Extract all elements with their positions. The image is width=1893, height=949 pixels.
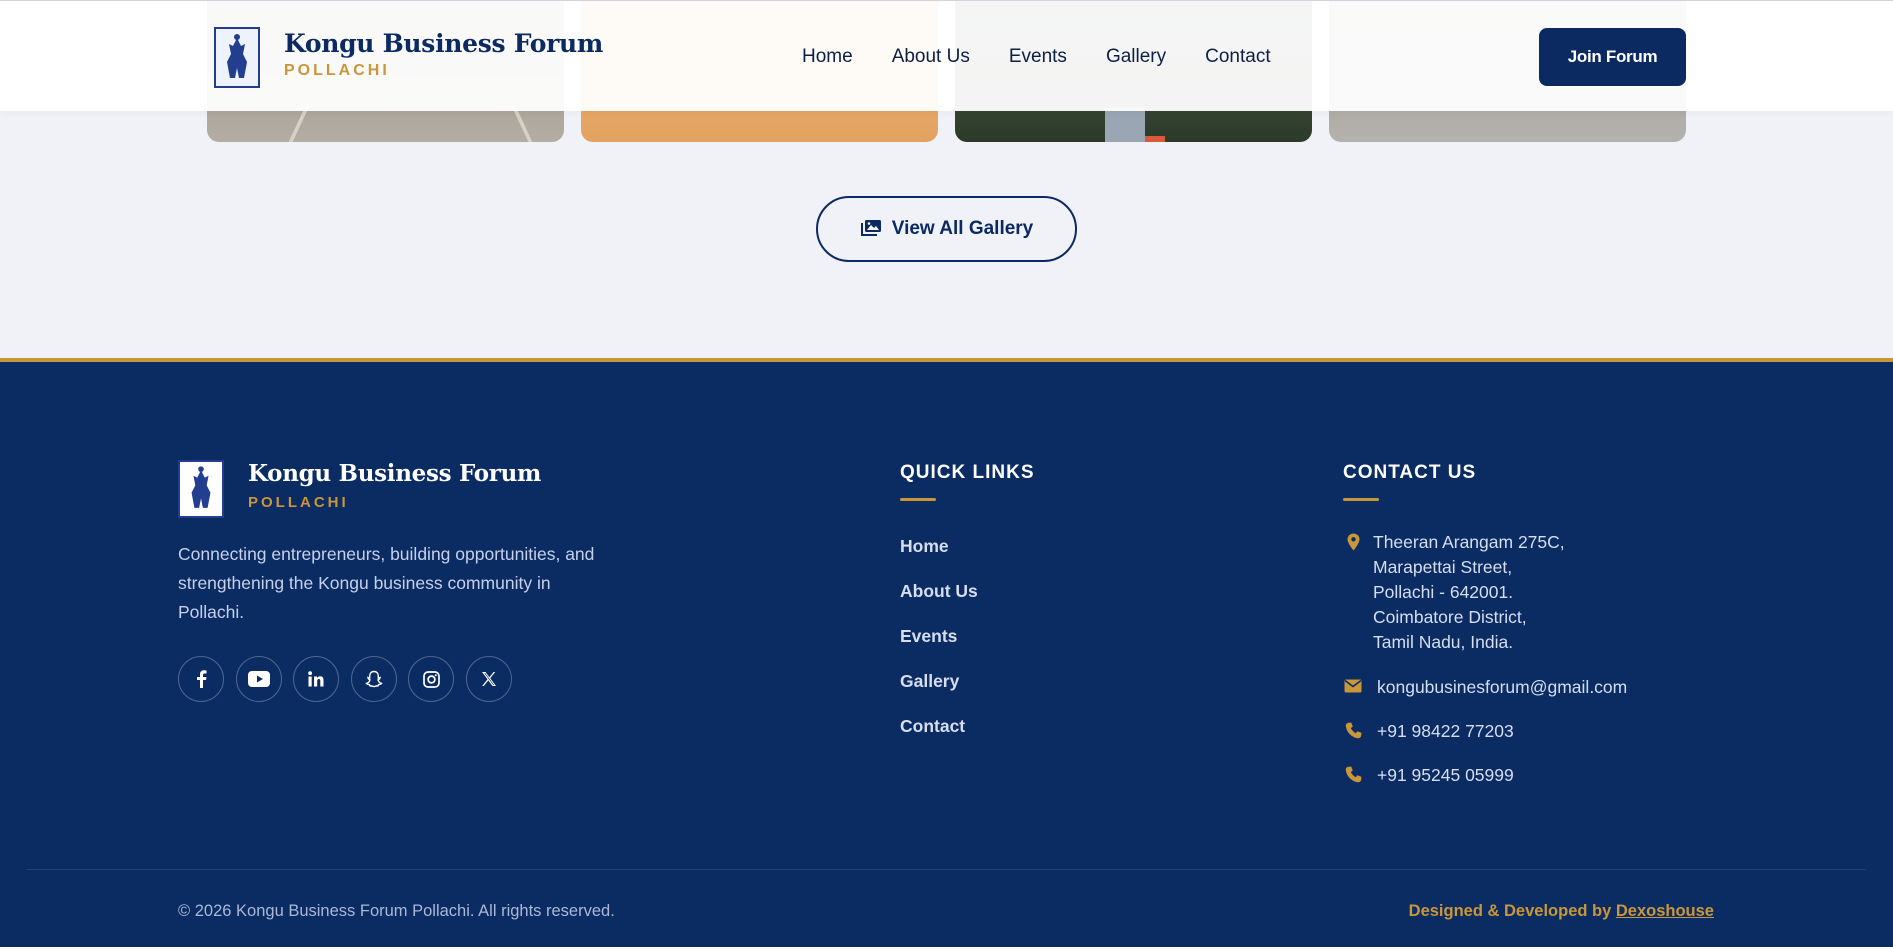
envelope-icon (1343, 679, 1363, 693)
map-pin-icon (1343, 533, 1363, 551)
address-line: Theeran Arangam 275C, (1373, 532, 1565, 552)
nav-link-gallery[interactable]: Gallery (1106, 46, 1166, 68)
contact-email: kongubusinesforum@gmail.com (1343, 675, 1627, 700)
contact-phone-2: +91 95245 05999 (1343, 763, 1514, 788)
footer-brand[interactable]: Kongu Business Forum POLLACHI (178, 460, 541, 518)
footer-logo (178, 460, 224, 518)
address-line: Tamil Nadu, India. (1373, 632, 1514, 652)
images-icon (860, 219, 882, 240)
join-forum-button[interactable]: Join Forum (1539, 28, 1686, 86)
footer-link-gallery[interactable]: Gallery (900, 671, 978, 716)
address-line: Marapettai Street, (1373, 557, 1513, 577)
social-links (178, 656, 523, 702)
facebook-icon[interactable] (178, 656, 224, 702)
footer-link-home[interactable]: Home (900, 536, 978, 581)
brand-subtitle: POLLACHI (284, 62, 390, 79)
top-navbar: Kongu Business Forum POLLACHI Home About… (0, 0, 1893, 111)
phone-icon (1343, 722, 1363, 739)
main-nav: Home About Us Events Gallery Contact (802, 46, 1310, 68)
x-icon[interactable] (465, 656, 512, 702)
site-footer: Kongu Business Forum POLLACHI Connecting… (0, 358, 1893, 949)
phone-link[interactable]: +91 95245 05999 (1377, 763, 1514, 788)
footer-brand-title: Kongu Business Forum (248, 460, 542, 487)
footer-brand-subtitle: POLLACHI (248, 494, 349, 511)
credit-prefix: Designed & Developed by (1408, 902, 1616, 920)
nav-link-events[interactable]: Events (1009, 46, 1067, 68)
view-all-gallery-button[interactable]: View All Gallery (816, 196, 1077, 262)
email-link[interactable]: kongubusinesforum@gmail.com (1377, 675, 1627, 700)
footer-description: Connecting entrepreneurs, building oppor… (178, 544, 595, 622)
view-all-gallery-label: View All Gallery (891, 218, 1034, 239)
linkedin-icon[interactable] (293, 656, 339, 702)
footer-link-contact[interactable]: Contact (900, 716, 978, 761)
address-line: Coimbatore District, (1373, 607, 1527, 627)
copyright-text: © 2026 Kongu Business Forum Pollachi. Al… (178, 902, 615, 920)
contact-underline (1343, 498, 1379, 501)
quick-links-list: Home About Us Events Gallery Contact (900, 536, 978, 761)
quick-links-underline (900, 498, 936, 501)
developer-credit: Designed & Developed by Dexoshouse (1409, 902, 1714, 921)
contact-heading: CONTACT US (1343, 462, 1477, 483)
contact-address: Theeran Arangam 275C, Marapettai Street,… (1343, 530, 1565, 655)
instagram-icon[interactable] (408, 656, 454, 702)
nav-link-about-us[interactable]: About Us (892, 46, 970, 68)
quick-links-heading: QUICK LINKS (900, 462, 1035, 483)
nav-link-home[interactable]: Home (802, 46, 853, 68)
footer-divider (27, 869, 1866, 870)
brand-title: Kongu Business Forum (284, 29, 604, 58)
developer-link[interactable]: Dexoshouse (1616, 902, 1714, 920)
footer-link-events[interactable]: Events (900, 626, 978, 671)
snapchat-icon[interactable] (350, 656, 397, 702)
phone-link[interactable]: +91 98422 77203 (1377, 719, 1514, 744)
nav-link-contact[interactable]: Contact (1205, 46, 1270, 68)
forum-logo (214, 27, 260, 88)
phone-icon (1343, 766, 1363, 783)
address-line: Pollachi - 642001. (1373, 582, 1514, 602)
contact-phone-1: +91 98422 77203 (1343, 719, 1514, 744)
footer-link-about-us[interactable]: About Us (900, 581, 978, 626)
header-brand[interactable]: Kongu Business Forum POLLACHI (214, 27, 603, 88)
youtube-icon[interactable] (235, 656, 282, 702)
